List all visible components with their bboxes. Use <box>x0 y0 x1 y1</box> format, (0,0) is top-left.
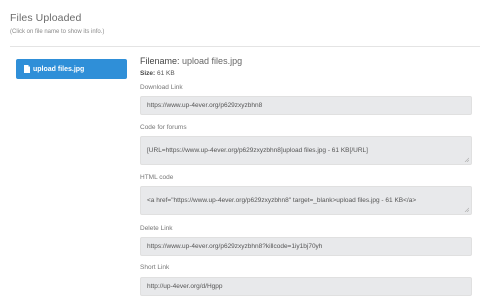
download-link-value: https://www.up-4ever.org/p629zxyzbhn8 <box>147 102 263 109</box>
document-icon <box>24 65 30 73</box>
short-link-field[interactable]: http://up-4ever.org/d/Hgpp <box>140 277 472 296</box>
filename-label: Filename: <box>140 56 180 66</box>
forum-code-label: Code for forums <box>140 124 187 131</box>
filename-row: Filename: upload files.jpg <box>140 56 472 66</box>
resize-handle-icon[interactable] <box>464 207 469 212</box>
size-value: 61 KB <box>156 70 175 77</box>
page-subtitle: (Click on file name to show its info.) <box>10 29 105 35</box>
resize-handle-icon[interactable] <box>464 157 469 162</box>
download-link-field[interactable]: https://www.up-4ever.org/p629zxyzbhn8 <box>140 96 472 115</box>
size-row: Size: 61 KB <box>140 70 472 77</box>
files-uploaded-header: Files Uploaded (Click on file name to sh… <box>10 12 480 35</box>
delete-link-label: Delete Link <box>140 225 173 232</box>
download-link-label: Download Link <box>140 84 183 91</box>
short-link-label: Short Link <box>140 264 170 271</box>
file-item-button[interactable]: upload files.jpg <box>16 59 127 79</box>
header-divider <box>10 46 480 47</box>
forum-code-value: [URL=https://www.up-4ever.org/p629zxyzbh… <box>147 147 368 154</box>
short-link-value: http://up-4ever.org/d/Hgpp <box>147 283 223 290</box>
delete-link-field[interactable]: https://www.up-4ever.org/p629zxyzbhn8?ki… <box>140 237 472 256</box>
file-item-label: upload files.jpg <box>33 65 85 73</box>
html-code-field[interactable]: <a href="https://www.up-4ever.org/p629zx… <box>140 186 472 215</box>
size-label: Size: <box>140 70 156 77</box>
filename-value: upload files.jpg <box>182 56 243 66</box>
forum-code-field[interactable]: [URL=https://www.up-4ever.org/p629zxyzbh… <box>140 136 472 165</box>
html-code-value: <a href="https://www.up-4ever.org/p629zx… <box>147 197 417 204</box>
file-details: Filename: upload files.jpg Size: 61 KB <box>140 56 472 77</box>
html-code-label: HTML code <box>140 174 174 181</box>
page-title: Files Uploaded <box>10 12 82 24</box>
delete-link-value: https://www.up-4ever.org/p629zxyzbhn8?ki… <box>147 243 323 250</box>
